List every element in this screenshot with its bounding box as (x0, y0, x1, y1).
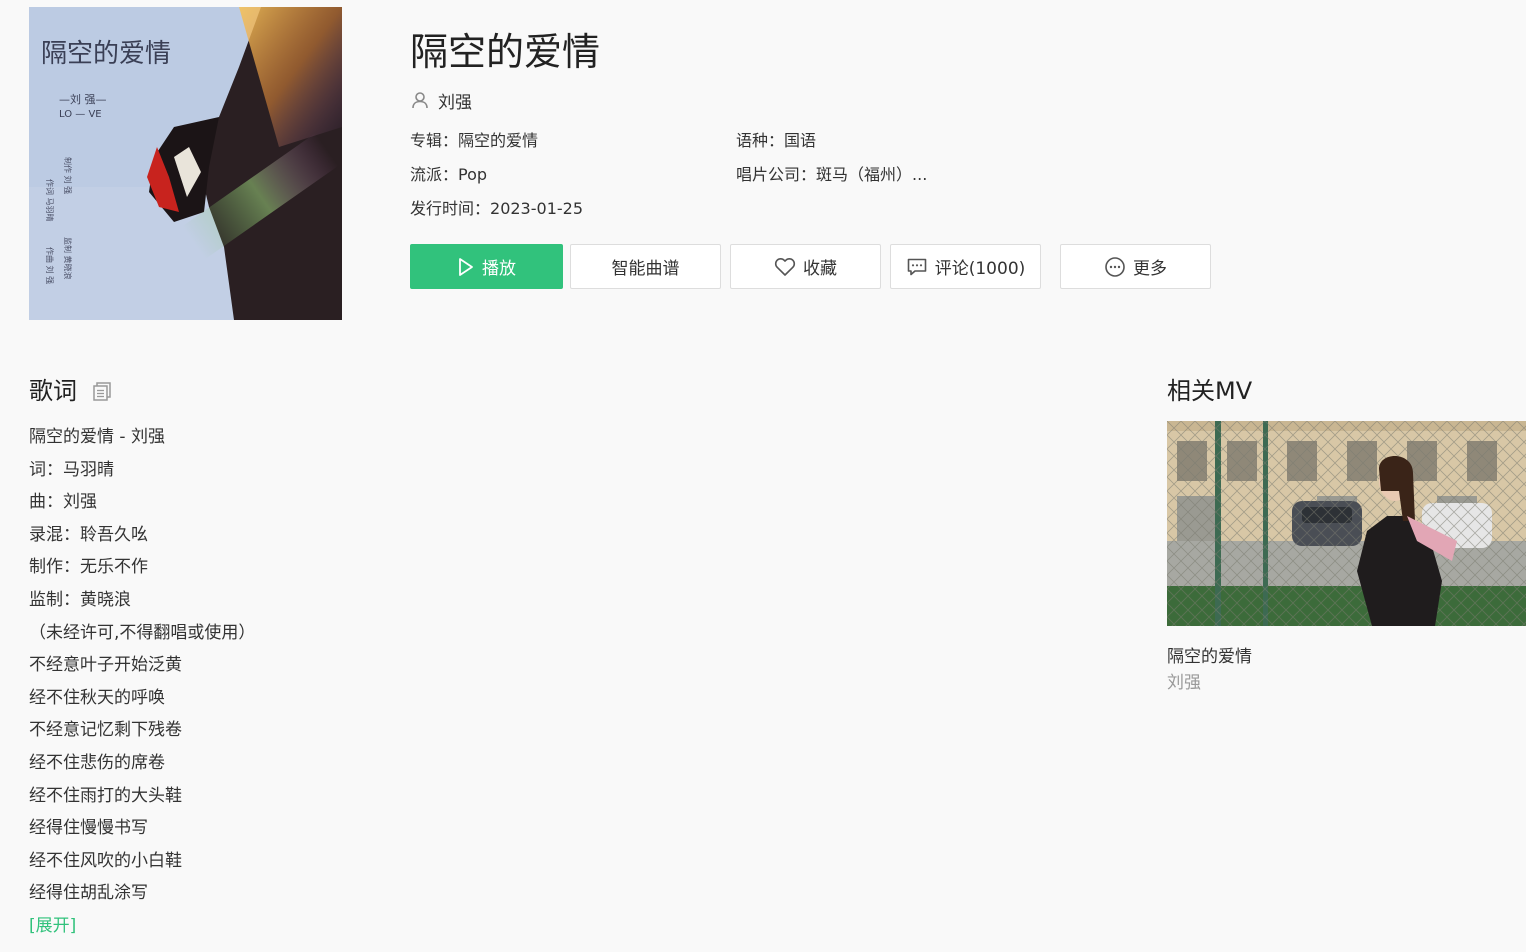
lyrics-body: 隔空的爱情 - 刘强 词：马羽晴 曲：刘强 录混：聆吾久吆 制作：无乐不作 监制… (29, 421, 629, 943)
language-info: 语种：国语 (736, 129, 816, 153)
lyric-line: 制作：无乐不作 (29, 557, 148, 578)
svg-text:隔空的爱情: 隔空的爱情 (41, 39, 171, 69)
album-info: 专辑：隔空的爱情 (410, 129, 538, 153)
album-label: 专辑： (410, 131, 459, 150)
language-label: 语种： (736, 131, 785, 150)
album-link[interactable]: 隔空的爱情 (458, 131, 538, 150)
score-button-label: 智能曲谱 (611, 259, 680, 279)
company-info: 唱片公司：斑马（福州）... (736, 163, 927, 187)
lyrics-title: 歌词 (29, 377, 77, 405)
lyric-line: 曲：刘强 (29, 492, 97, 513)
more-icon (1105, 256, 1125, 277)
svg-text:作曲 刘 强: 作曲 刘 强 (45, 247, 55, 284)
lyric-line: 隔空的爱情 - 刘强 (29, 427, 165, 447)
company-value: 斑马（福州）... (816, 165, 928, 184)
comment-button[interactable]: 评论(1000) (890, 244, 1041, 289)
company-label: 唱片公司： (736, 165, 817, 184)
mv-section-title: 相关MV (1167, 377, 1253, 405)
favorite-button[interactable]: 收藏 (730, 244, 881, 289)
svg-text:LO — VE: LO — VE (59, 109, 102, 120)
lyric-line: 录混：聆吾久吆 (29, 524, 148, 545)
svg-text:制作 刘 强: 制作 刘 强 (63, 157, 73, 194)
play-button[interactable]: 播放 (410, 244, 563, 289)
mv-thumbnail-image (1167, 421, 1526, 626)
album-cover: 隔空的爱情 —刘 强— LO — VE 作词 马羽晴 作曲 刘 强 制作 刘 强… (29, 7, 342, 320)
comment-button-label: 评论(1000) (934, 259, 1026, 279)
svg-text:监制 黄晓浪: 监制 黄晓浪 (63, 237, 73, 280)
genre-label: 流派： (410, 165, 459, 184)
lyric-line: 监制：黄晓浪 (29, 589, 131, 610)
mv-artist[interactable]: 刘强 (1167, 671, 1201, 695)
release-info: 发行时间：2023-01-25 (410, 197, 583, 221)
album-cover-art: 隔空的爱情 —刘 强— LO — VE 作词 马羽晴 作曲 刘 强 制作 刘 强… (29, 7, 342, 320)
play-icon (459, 257, 473, 276)
lyric-line: 经得住胡乱涂写 (29, 883, 148, 904)
language-value: 国语 (784, 131, 817, 150)
genre-value[interactable]: Pop (458, 165, 487, 184)
user-icon (412, 92, 428, 109)
song-title: 隔空的爱情 (410, 30, 601, 74)
expand-lyrics-link[interactable]: [展开] (29, 910, 629, 943)
lyric-line: 经不住秋天的呼唤 (29, 687, 165, 708)
mv-thumbnail[interactable] (1167, 421, 1526, 626)
copy-icon[interactable] (91, 380, 113, 402)
favorite-button-label: 收藏 (803, 259, 837, 279)
svg-text:作词 马羽晴: 作词 马羽晴 (45, 179, 55, 222)
score-button[interactable]: 智能曲谱 (570, 244, 721, 289)
more-button-label: 更多 (1133, 259, 1167, 279)
lyric-line: （未经许可,不得翻唱或使用） (29, 622, 256, 643)
artist-name[interactable]: 刘强 (438, 88, 472, 113)
release-label: 发行时间： (410, 199, 491, 218)
lyric-line: 经不住悲伤的席卷 (29, 752, 165, 773)
lyric-line: 词：马羽晴 (29, 459, 114, 480)
release-date: 2023-01-25 (490, 199, 583, 218)
more-button[interactable]: 更多 (1060, 244, 1211, 289)
svg-text:—刘 强—: —刘 强— (59, 93, 107, 106)
heart-icon (774, 257, 796, 276)
play-button-label: 播放 (482, 259, 516, 279)
lyric-line: 经不住风吹的小白鞋 (29, 850, 182, 871)
lyric-line: 经不住雨打的大头鞋 (29, 785, 182, 806)
lyric-line: 经得住慢慢书写 (29, 818, 148, 839)
comment-icon (907, 258, 927, 275)
lyric-line: 不经意记忆剩下残卷 (29, 720, 182, 741)
artist-link[interactable]: 刘强 (410, 88, 472, 113)
genre-info: 流派：Pop (410, 163, 487, 187)
mv-title[interactable]: 隔空的爱情 (1167, 645, 1252, 669)
lyric-line: 不经意叶子开始泛黄 (29, 655, 182, 676)
